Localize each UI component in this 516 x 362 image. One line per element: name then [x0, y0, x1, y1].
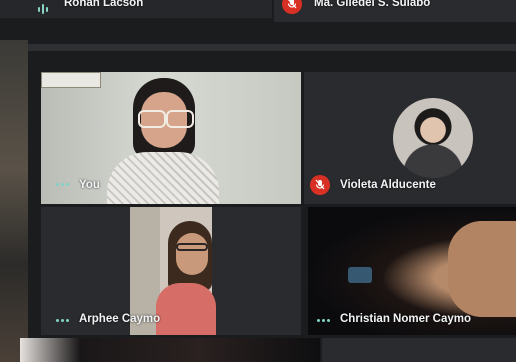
tile-ronan[interactable]: Ronan Lacson [0, 0, 272, 18]
background-photo-edge [0, 40, 28, 362]
more-dots-icon [56, 183, 69, 186]
participant-name: Arphee Caymo [79, 313, 161, 325]
tile-gliedel[interactable]: Ma. Gliedel S. Sulabo [274, 0, 516, 22]
avatar [393, 98, 473, 178]
background-light [348, 267, 372, 283]
participant-name: Christian Nomer Caymo [340, 313, 472, 325]
participant-face [448, 221, 516, 317]
bottom-tile-partial-right [322, 338, 516, 362]
tile-arphee[interactable]: Arphee Caymo [41, 207, 301, 335]
audio-level-icon [38, 4, 48, 14]
more-dots-icon [317, 319, 330, 322]
mic-off-icon [282, 0, 302, 14]
participant-name: Ma. Gliedel S. Sulabo [314, 0, 431, 9]
wall-frame [41, 72, 101, 88]
tile-you[interactable]: You [41, 72, 301, 204]
tile-violeta[interactable]: Violeta Alducente [304, 72, 516, 204]
participant-name: You [79, 179, 100, 191]
mic-off-icon [310, 175, 330, 195]
participant-name: Violeta Alducente [340, 179, 436, 191]
frame-separator [28, 44, 516, 51]
bottom-tile-partial [20, 338, 320, 362]
tile-christian[interactable]: Christian Nomer Caymo [308, 207, 516, 335]
participant-name: Ronan Lacson [64, 0, 144, 9]
more-dots-icon [56, 319, 69, 322]
